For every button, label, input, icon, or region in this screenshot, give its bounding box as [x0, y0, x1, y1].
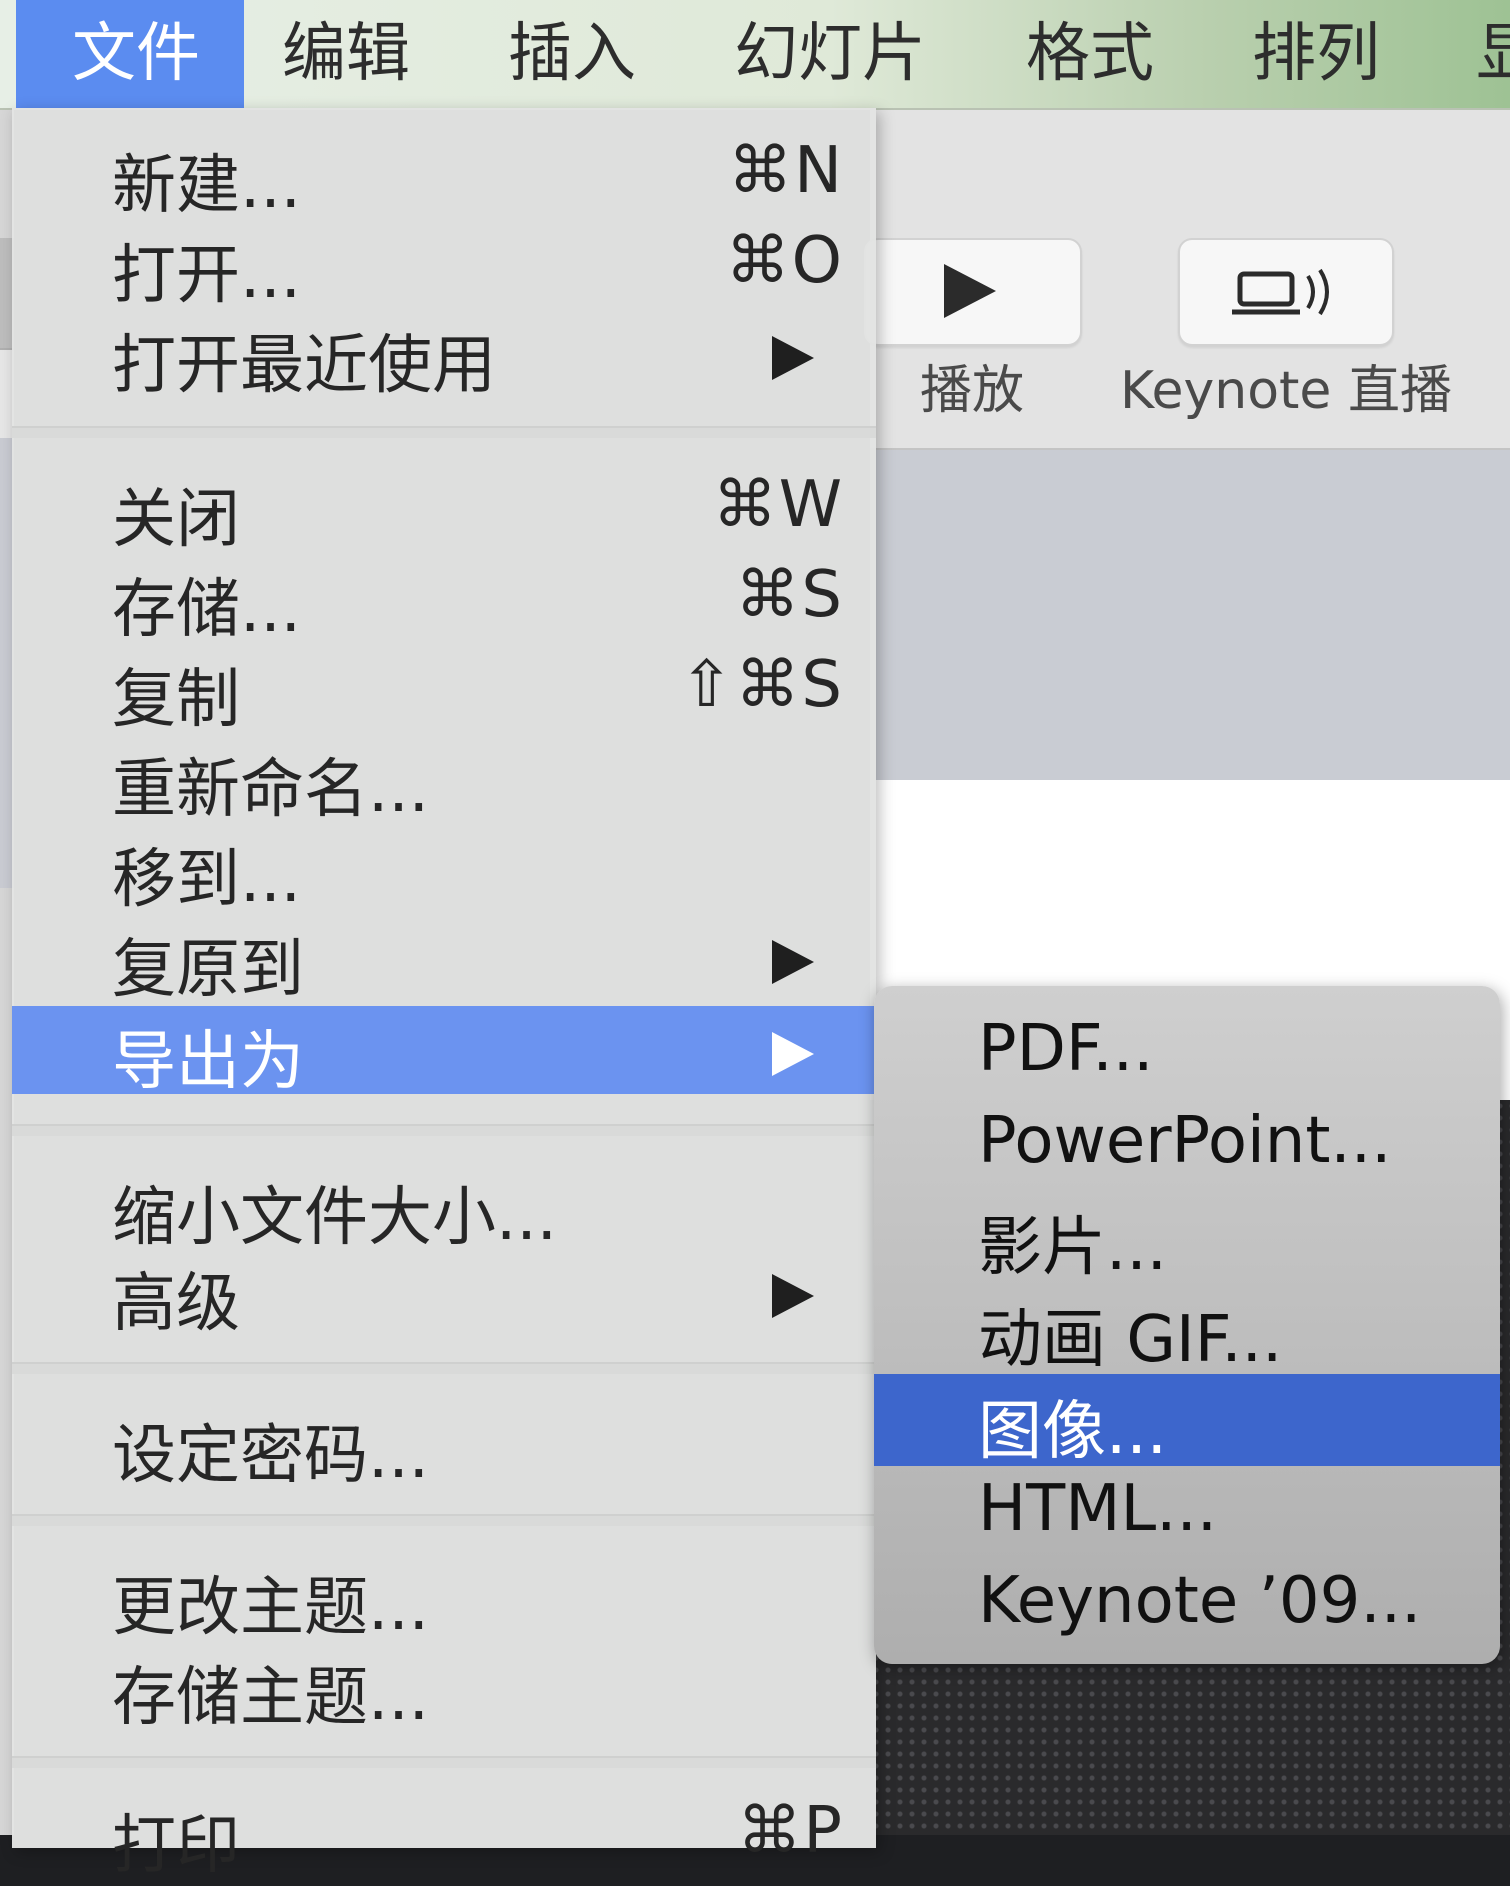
- menu-item-export-to[interactable]: 导出为: [12, 1006, 876, 1099]
- menu-bar: 文件 编辑 插入 幻灯片 格式 排列 显: [0, 0, 1510, 110]
- export-pdf[interactable]: PDF...: [874, 1006, 1500, 1098]
- submenu-arrow-icon: [772, 336, 814, 380]
- menu-item-open[interactable]: 打开... ⌘O: [12, 220, 876, 313]
- menu-item-save-theme[interactable]: 存储主题...: [12, 1642, 876, 1735]
- export-powerpoint[interactable]: PowerPoint...: [874, 1098, 1500, 1190]
- submenu-item-label: 动画 GIF...: [978, 1303, 1283, 1377]
- play-label: 播放: [920, 361, 1025, 421]
- keynote-live-icon: [1232, 268, 1329, 316]
- menu-item-label: 复制: [112, 663, 240, 737]
- menu-item-new[interactable]: 新建... ⌘N: [12, 130, 876, 223]
- menu-view[interactable]: 显: [1476, 0, 1510, 108]
- menu-item-duplicate[interactable]: 复制 ⇧⌘S: [12, 644, 876, 737]
- menu-arrange[interactable]: 排列: [1252, 0, 1380, 108]
- submenu-item-label: HTML...: [978, 1472, 1218, 1546]
- submenu-item-label: PowerPoint...: [978, 1104, 1392, 1178]
- file-menu: 新建... ⌘N 打开... ⌘O 打开最近使用 关闭 ⌘W 存储... ⌘S …: [12, 108, 876, 1883]
- menu-item-advanced[interactable]: 高级: [12, 1248, 876, 1341]
- menu-item-shortcut: ⌘S: [735, 558, 844, 632]
- submenu-arrow-icon: [772, 1032, 814, 1076]
- menu-item-revert-to[interactable]: 复原到: [12, 914, 876, 1007]
- export-keynote-09[interactable]: Keynote ’09...: [874, 1558, 1500, 1650]
- menu-item-label: 缩小文件大小...: [112, 1181, 558, 1255]
- keynote-toolbar: 播放 Keynote 直播: [864, 108, 1510, 450]
- play-button[interactable]: [864, 238, 1082, 346]
- keynote-live-label: Keynote 直播: [1120, 361, 1452, 421]
- menu-edit[interactable]: 编辑: [282, 0, 410, 108]
- menu-item-rename[interactable]: 重新命名...: [12, 734, 876, 827]
- play-icon: [944, 264, 996, 318]
- submenu-item-label: 图像...: [978, 1395, 1168, 1469]
- slide-canvas-area: [870, 450, 1510, 780]
- menu-slide[interactable]: 幻灯片: [734, 0, 926, 108]
- menu-separator: [12, 1124, 876, 1136]
- menu-item-move-to[interactable]: 移到...: [12, 824, 876, 917]
- menu-item-shortcut: ⌘P: [737, 1794, 844, 1868]
- menu-item-label: 关闭: [112, 483, 240, 557]
- menu-format[interactable]: 格式: [1026, 0, 1154, 108]
- submenu-item-label: PDF...: [978, 1012, 1154, 1086]
- menu-item-label: 重新命名...: [112, 753, 430, 827]
- menu-item-open-recent[interactable]: 打开最近使用: [12, 310, 876, 403]
- menu-item-label: 更改主题...: [112, 1571, 430, 1645]
- submenu-arrow-icon: [772, 940, 814, 984]
- menu-item-label: 打印: [112, 1809, 240, 1883]
- menu-item-shortcut: ⌘W: [712, 468, 844, 542]
- menu-file[interactable]: 文件: [16, 0, 244, 108]
- export-html[interactable]: HTML...: [874, 1466, 1500, 1558]
- menu-item-label: 打开...: [112, 239, 302, 313]
- menu-insert[interactable]: 插入: [508, 0, 636, 108]
- menu-item-label: 高级: [112, 1267, 240, 1341]
- export-movie[interactable]: 影片...: [874, 1190, 1500, 1285]
- menu-item-reduce-file-size[interactable]: 缩小文件大小...: [12, 1162, 876, 1255]
- menu-item-label: 存储...: [112, 573, 302, 647]
- menu-item-change-theme[interactable]: 更改主题...: [12, 1552, 876, 1645]
- menu-separator: [12, 1362, 876, 1374]
- submenu-item-label: Keynote ’09...: [978, 1564, 1422, 1638]
- menu-item-shortcut: ⌘N: [728, 134, 844, 208]
- submenu-item-label: 影片...: [978, 1211, 1168, 1285]
- submenu-arrow-icon: [772, 1274, 814, 1318]
- menu-item-label: 导出为: [112, 1025, 304, 1099]
- export-images[interactable]: 图像...: [874, 1374, 1500, 1469]
- menu-item-shortcut: ⌘O: [725, 224, 844, 298]
- menu-item-shortcut: ⇧⌘S: [679, 648, 844, 722]
- menu-separator: [12, 1514, 876, 1526]
- menu-item-close[interactable]: 关闭 ⌘W: [12, 464, 876, 557]
- menu-item-print[interactable]: 打印 ⌘P: [12, 1790, 876, 1883]
- menu-item-label: 打开最近使用: [112, 329, 496, 403]
- menu-item-label: 移到...: [112, 843, 302, 917]
- menu-item-label: 复原到: [112, 933, 304, 1007]
- menu-item-save[interactable]: 存储... ⌘S: [12, 554, 876, 647]
- menu-item-label: 存储主题...: [112, 1661, 430, 1735]
- menu-item-label: 新建...: [112, 149, 302, 223]
- menu-item-label: 设定密码...: [112, 1419, 430, 1493]
- export-submenu: PDF... PowerPoint... 影片... 动画 GIF... 图像.…: [874, 986, 1500, 1664]
- menu-separator: [12, 1756, 876, 1768]
- menu-separator: [12, 426, 876, 438]
- export-animated-gif[interactable]: 动画 GIF...: [874, 1282, 1500, 1377]
- keynote-live-button[interactable]: [1178, 238, 1394, 346]
- menu-item-set-password[interactable]: 设定密码...: [12, 1400, 876, 1493]
